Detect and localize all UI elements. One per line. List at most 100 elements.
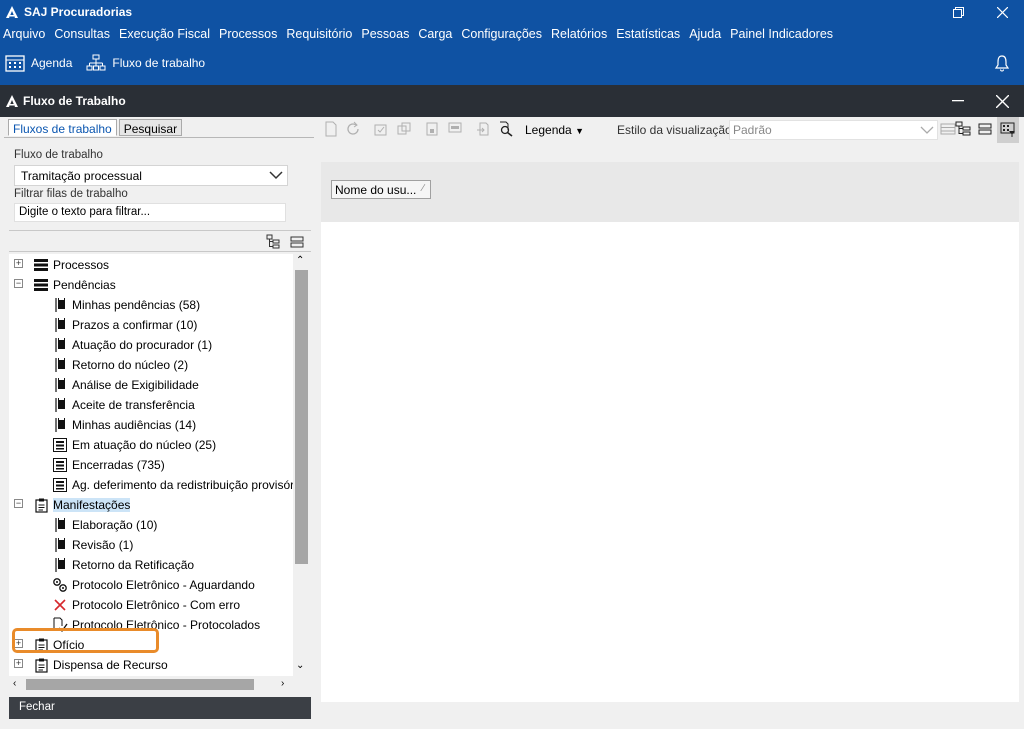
list-icon bbox=[33, 257, 49, 273]
tree-item-label: Revisão (1) bbox=[72, 538, 134, 552]
tree-item-label: Ag. deferimento da redistribuição provis… bbox=[72, 478, 293, 492]
tree-item[interactable]: Processos bbox=[33, 255, 109, 275]
agenda-button[interactable]: Agenda bbox=[5, 54, 72, 72]
minimize-icon[interactable] bbox=[940, 85, 976, 117]
tree-horizontal-scrollbar[interactable]: ‹ › bbox=[9, 676, 293, 693]
tree-item[interactable]: Análise de Exigibilidade bbox=[52, 375, 199, 395]
document-icon bbox=[33, 497, 49, 513]
list-icon bbox=[33, 277, 49, 293]
menu-requisitorio[interactable]: Requisitório bbox=[286, 27, 352, 41]
menu-painel-indicadores[interactable]: Painel Indicadores bbox=[730, 27, 833, 41]
tree-item-label: Aceite de transferência bbox=[72, 398, 195, 412]
tab-pesquisar[interactable]: Pesquisar bbox=[118, 119, 183, 136]
estilo-select[interactable]: Padrão bbox=[729, 120, 938, 140]
export-icon[interactable] bbox=[476, 121, 492, 137]
collapse-node-icon[interactable]: − bbox=[14, 499, 23, 508]
menu-ajuda[interactable]: Ajuda bbox=[689, 27, 721, 41]
copy-icon[interactable] bbox=[396, 121, 412, 137]
tree-item[interactable]: Encerradas (735) bbox=[52, 455, 165, 475]
flag-icon bbox=[52, 337, 68, 353]
lock-doc-icon[interactable] bbox=[424, 121, 440, 137]
flag-icon bbox=[52, 537, 68, 553]
column-header-nome-usuario[interactable]: Nome do usu... ∕ bbox=[331, 180, 431, 199]
refresh-icon[interactable] bbox=[345, 121, 361, 137]
tree-item-label: Análise de Exigibilidade bbox=[72, 378, 199, 392]
tab-divider bbox=[4, 137, 314, 138]
window-close-icon[interactable] bbox=[984, 85, 1020, 117]
highlight-annotation bbox=[12, 628, 159, 653]
scroll-up-icon[interactable]: ⌃ bbox=[296, 255, 304, 266]
flag-icon bbox=[52, 557, 68, 573]
menu-configuracoes[interactable]: Configurações bbox=[461, 27, 542, 41]
tree-item-label: Em atuação do núcleo (25) bbox=[72, 438, 217, 452]
tab-fluxos-de-trabalho[interactable]: Fluxos de trabalho bbox=[8, 119, 117, 136]
app-logo-icon bbox=[6, 95, 18, 107]
tree-item-label: Atuação do procurador (1) bbox=[72, 338, 213, 352]
tree-item[interactable]: Elaboração (10) bbox=[52, 515, 157, 535]
tree-item[interactable]: Retorno da Retificação bbox=[52, 555, 194, 575]
menu-consultas[interactable]: Consultas bbox=[54, 27, 110, 41]
menu-execucao-fiscal[interactable]: Execução Fiscal bbox=[119, 27, 210, 41]
menu-carga[interactable]: Carga bbox=[418, 27, 452, 41]
fechar-button[interactable]: Fechar bbox=[9, 697, 311, 719]
tree-item[interactable]: Ag. deferimento da redistribuição provis… bbox=[52, 475, 293, 495]
tree-item-label: Minhas pendências (58) bbox=[72, 298, 201, 312]
scroll-thumb[interactable] bbox=[295, 270, 308, 564]
tree-item[interactable]: Em atuação do núcleo (25) bbox=[52, 435, 216, 455]
flag-icon bbox=[52, 517, 68, 533]
workflow-select[interactable]: Tramitação processual bbox=[14, 165, 288, 186]
workflow-tree: + Processos − Pendências Minhas pendências (… bbox=[9, 254, 293, 676]
checkmark-doc-icon[interactable] bbox=[373, 121, 389, 137]
tree-view-icon[interactable] bbox=[955, 121, 972, 137]
tree-item[interactable]: Aceite de transferência bbox=[52, 395, 195, 415]
tree-item-label: Retorno da Retificação bbox=[72, 558, 195, 572]
menu-pessoas[interactable]: Pessoas bbox=[361, 27, 409, 41]
expand-node-icon[interactable]: + bbox=[14, 659, 23, 668]
menu-bar: Arquivo Consultas Execução Fiscal Proces… bbox=[0, 24, 842, 44]
right-panel: Legenda ▼ Estilo da visualização Padrão … bbox=[320, 117, 1020, 702]
close-icon[interactable] bbox=[980, 0, 1024, 24]
restore-icon[interactable] bbox=[936, 0, 980, 24]
tree-item[interactable]: Revisão (1) bbox=[52, 535, 133, 555]
grid-icon bbox=[52, 457, 68, 473]
scroll-left-icon[interactable]: ‹ bbox=[13, 678, 16, 689]
scroll-down-icon[interactable]: ⌄ bbox=[296, 660, 304, 671]
tree-vertical-scrollbar[interactable]: ⌃ ⌄ bbox=[293, 254, 310, 676]
tree-item[interactable]: Dispensa de Recurso bbox=[33, 655, 168, 675]
filter-grid-button[interactable] bbox=[997, 117, 1019, 143]
window-controls bbox=[936, 0, 1024, 24]
menu-arquivo[interactable]: Arquivo bbox=[3, 27, 45, 41]
new-document-icon[interactable] bbox=[323, 121, 339, 137]
tree-item[interactable]: Protocolo Eletrônico - Aguardando bbox=[52, 575, 255, 595]
hscroll-thumb[interactable] bbox=[26, 679, 254, 690]
collapse-tree-icon[interactable] bbox=[290, 234, 304, 250]
tree-item[interactable]: Minhas pendências (58) bbox=[52, 295, 200, 315]
legenda-dropdown[interactable]: Legenda ▼ bbox=[525, 123, 584, 137]
scroll-right-icon[interactable]: › bbox=[281, 678, 284, 689]
collapse-view-icon[interactable] bbox=[978, 121, 992, 137]
tree-item-label: Minhas audiências (14) bbox=[72, 418, 197, 432]
chevron-down-icon bbox=[269, 171, 283, 180]
tree-item-label: Protocolo Eletrônico - Aguardando bbox=[72, 578, 255, 592]
expand-tree-icon[interactable] bbox=[266, 234, 282, 250]
tree-item[interactable]: Manifestações bbox=[33, 495, 131, 515]
tree-item[interactable]: Atuação do procurador (1) bbox=[52, 335, 212, 355]
caret-down-icon: ▼ bbox=[575, 126, 584, 136]
tree-item[interactable]: Prazos a confirmar (10) bbox=[52, 315, 197, 335]
tree-item[interactable]: Pendências bbox=[33, 275, 116, 295]
tree-item[interactable]: Protocolo Eletrônico - Com erro bbox=[52, 595, 240, 615]
notification-bell-icon[interactable] bbox=[994, 54, 1010, 75]
column-header-label: Nome do usu... bbox=[335, 183, 417, 197]
expand-node-icon[interactable]: + bbox=[14, 259, 23, 268]
collapse-node-icon[interactable]: − bbox=[14, 279, 23, 288]
tree-item[interactable]: Retorno do núcleo (2) bbox=[52, 355, 188, 375]
fluxo-trabalho-button[interactable]: Fluxo de trabalho bbox=[86, 54, 205, 72]
menu-relatorios[interactable]: Relatórios bbox=[551, 27, 607, 41]
table-view-icon[interactable] bbox=[940, 121, 956, 137]
search-doc-icon[interactable] bbox=[498, 121, 515, 137]
stamp-icon[interactable] bbox=[447, 121, 463, 137]
menu-estatisticas[interactable]: Estatísticas bbox=[616, 27, 680, 41]
menu-processos[interactable]: Processos bbox=[219, 27, 277, 41]
filter-input[interactable]: Digite o texto para filtrar... bbox=[14, 203, 286, 222]
tree-item[interactable]: Minhas audiências (14) bbox=[52, 415, 196, 435]
